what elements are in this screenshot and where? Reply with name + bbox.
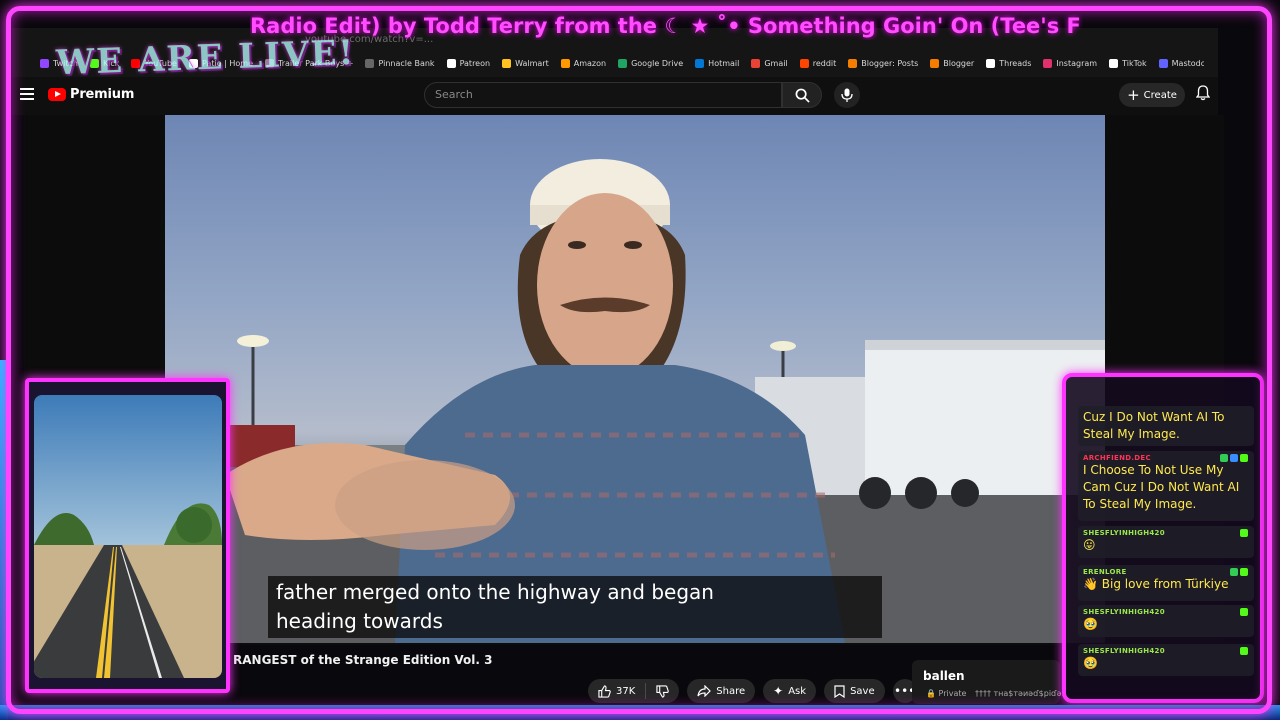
neon-stream-frame — [6, 6, 1272, 714]
now-playing-ticker: Radio Edit) by Todd Terry from the ☾ ★ ˚… — [250, 14, 1081, 38]
